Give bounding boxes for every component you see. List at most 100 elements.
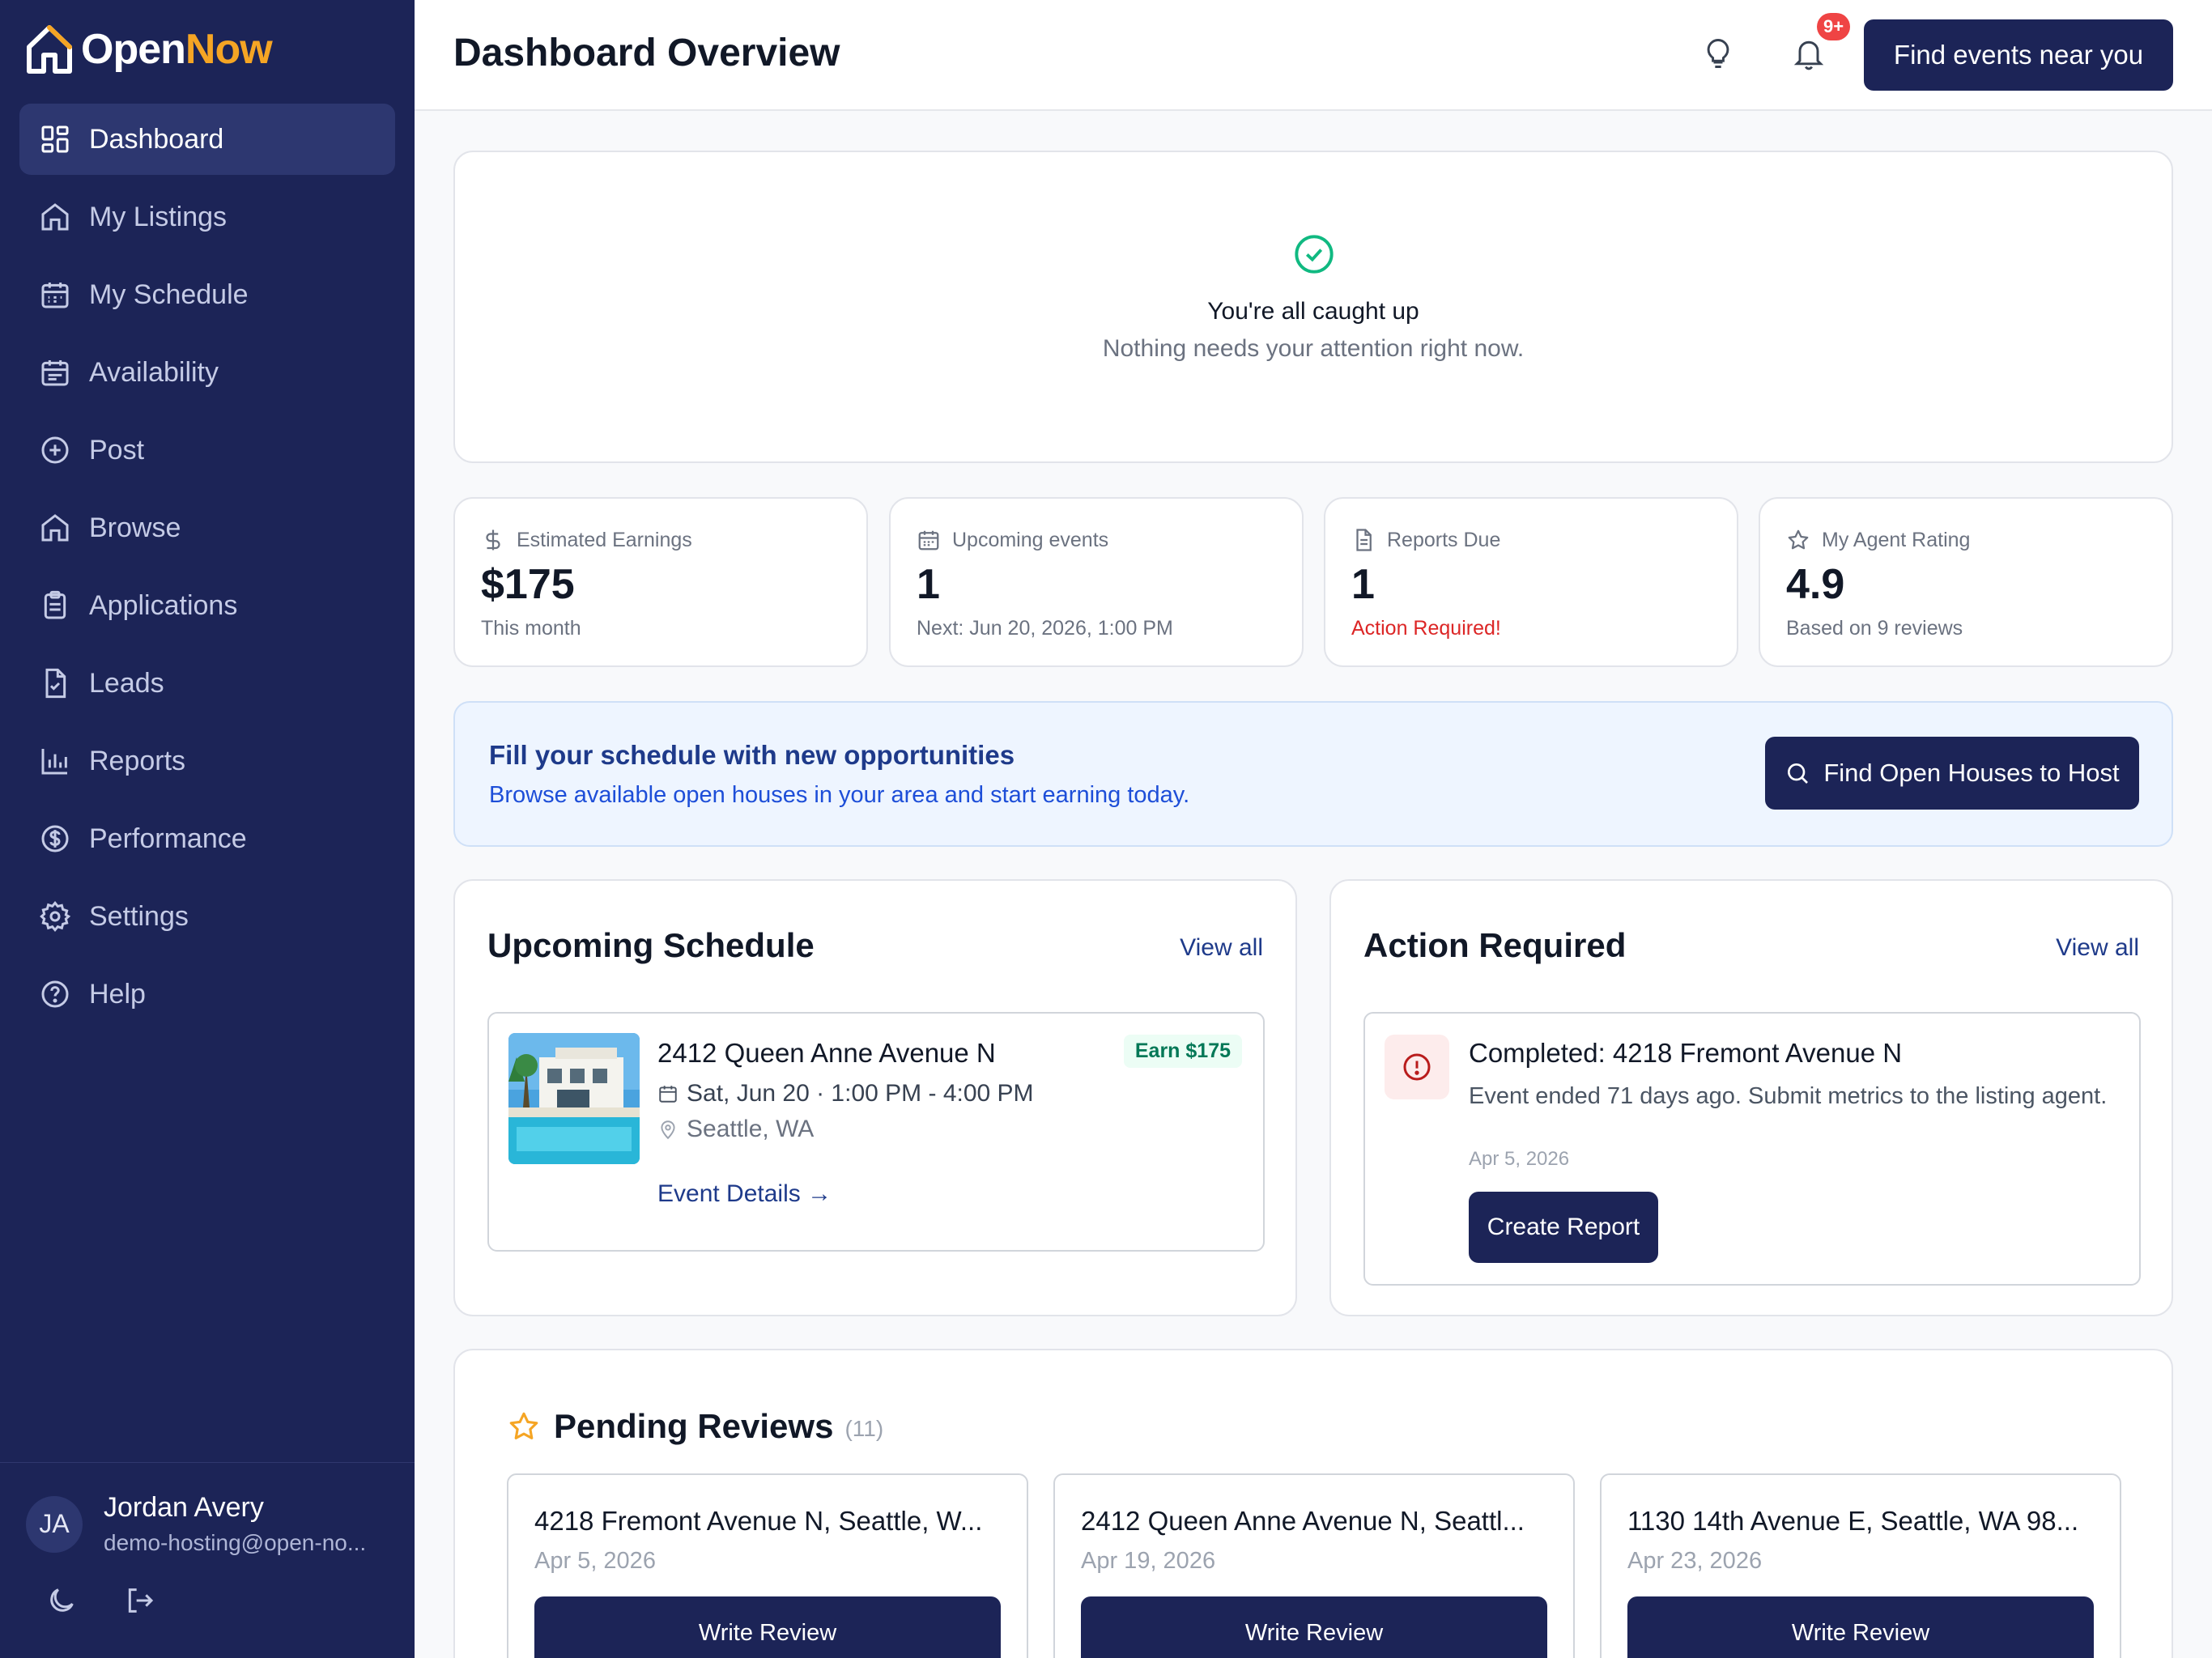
user-name: Jordan Avery <box>104 1492 264 1523</box>
user-profile[interactable]: JA Jordan Avery demo-hosting@open-no... <box>26 1492 366 1556</box>
grid-icon <box>41 125 69 153</box>
user-email: demo-hosting@open-no... <box>104 1530 367 1555</box>
calendar-icon <box>659 1086 677 1103</box>
create-report-button[interactable]: Create Report <box>1469 1192 1658 1263</box>
check-circle-icon <box>1295 235 1334 274</box>
lightbulb-icon[interactable] <box>1700 36 1736 71</box>
find-open-houses-button[interactable]: Find Open Houses to Host <box>1765 737 2139 810</box>
action-item-title: Completed: 4218 Fremont Avenue N <box>1469 1038 1903 1068</box>
home-icon <box>41 203 69 231</box>
stat-agent-rating: My Agent Rating 4.9 Based on 9 reviews <box>1759 497 2173 667</box>
event-address: 2412 Queen Anne Avenue N <box>657 1038 996 1068</box>
calendar-icon <box>41 283 69 308</box>
stat-value: 1 <box>917 561 940 608</box>
sidebar-item-label: My Schedule <box>89 278 249 310</box>
stat-value: $175 <box>481 561 575 608</box>
action-item-date: Apr 5, 2026 <box>1469 1148 1570 1170</box>
stat-label: Reports Due <box>1387 528 1501 551</box>
logo-text-now: Now <box>185 26 273 73</box>
find-events-button[interactable]: Find events near you <box>1864 19 2173 91</box>
find-open-houses-label: Find Open Houses to Host <box>1823 759 2120 787</box>
bell-icon[interactable] <box>1791 36 1827 71</box>
sidebar-item-label: Applications <box>89 589 238 621</box>
event-card[interactable]: 2412 Queen Anne Avenue N Earn $175 Sat, … <box>487 1012 1265 1252</box>
sidebar-nav: Dashboard My Listings My Schedule Availa… <box>19 104 395 1036</box>
sidebar-item-reports[interactable]: Reports <box>19 725 395 797</box>
house-logo-icon <box>27 25 72 74</box>
sidebar-item-settings[interactable]: Settings <box>19 881 395 952</box>
logo[interactable]: OpenNow <box>24 23 273 76</box>
stat-upcoming-events: Upcoming events 1 Next: Jun 20, 2026, 1:… <box>889 497 1304 667</box>
sidebar-item-label: Help <box>89 978 146 1010</box>
sidebar-item-availability[interactable]: Availability <box>19 337 395 408</box>
sidebar-item-label: Reports <box>89 745 186 776</box>
write-review-button[interactable]: Write Review <box>1627 1596 2094 1658</box>
sidebar-item-browse[interactable]: Browse <box>19 492 395 563</box>
plus-circle-icon <box>41 436 69 464</box>
view-all-link[interactable]: View all <box>1180 934 1263 962</box>
stat-subtext-alert: Action Required! <box>1351 617 1501 640</box>
gear-icon <box>40 900 71 933</box>
sidebar-item-label: Dashboard <box>89 123 224 155</box>
bar-chart-icon <box>41 749 67 775</box>
sidebar-item-my-schedule[interactable]: My Schedule <box>19 259 395 330</box>
banner-subtitle: Browse available open houses in your are… <box>489 782 1190 808</box>
stat-label: Upcoming events <box>952 528 1109 551</box>
stat-reports-due: Reports Due 1 Action Required! <box>1324 497 1738 667</box>
banner-title: Fill your schedule with new opportunitie… <box>489 740 1015 770</box>
home-icon <box>41 514 69 542</box>
event-location: Seattle, WA <box>687 1116 815 1142</box>
sidebar-item-label: Performance <box>89 823 247 854</box>
star-icon <box>1788 529 1809 550</box>
sidebar-item-leads[interactable]: Leads <box>19 648 395 719</box>
star-icon <box>509 1412 538 1439</box>
review-address: 1130 14th Avenue E, Seattle, WA 98... <box>1627 1506 2079 1536</box>
logo-text-open: Open <box>81 26 186 73</box>
alert-circle-icon <box>1403 1053 1431 1081</box>
action-item-description: Event ended 71 days ago. Submit metrics … <box>1469 1083 2108 1109</box>
stat-label: My Agent Rating <box>1822 528 1971 551</box>
review-card: 4218 Fremont Avenue N, Seattle, W... Apr… <box>507 1473 1028 1658</box>
sidebar-item-label: Leads <box>89 667 164 699</box>
property-thumbnail <box>508 1033 640 1164</box>
upcoming-schedule-card: Upcoming Schedule View all 2412 Queen An… <box>453 879 1297 1316</box>
action-required-card: Action Required View all Completed: 4218… <box>1329 879 2173 1316</box>
calendar-icon <box>918 530 939 551</box>
pending-reviews-card: Pending Reviews (11) 4218 Fremont Avenue… <box>453 1349 2173 1658</box>
sidebar-item-performance[interactable]: Performance <box>19 803 395 874</box>
review-card: 1130 14th Avenue E, Seattle, WA 98... Ap… <box>1600 1473 2121 1658</box>
clipboard-icon <box>44 590 66 619</box>
view-all-link[interactable]: View all <box>2056 934 2139 962</box>
file-check-icon <box>45 668 66 699</box>
review-date: Apr 23, 2026 <box>1627 1548 1763 1574</box>
sidebar-item-dashboard[interactable]: Dashboard <box>19 104 395 175</box>
logout-icon[interactable] <box>123 1584 155 1617</box>
write-review-button[interactable]: Write Review <box>534 1596 1001 1658</box>
map-pin-icon <box>661 1120 675 1140</box>
sidebar-footer: JA Jordan Avery demo-hosting@open-no... <box>0 1462 415 1613</box>
avatar: JA <box>26 1495 83 1553</box>
earn-badge: Earn $175 <box>1123 1035 1242 1068</box>
sidebar-item-post[interactable]: Post <box>19 414 395 486</box>
write-review-button[interactable]: Write Review <box>1081 1596 1547 1658</box>
dollar-circle-icon <box>41 825 69 852</box>
event-details-link[interactable]: Event Details → <box>657 1180 832 1208</box>
reviews-count: (11) <box>844 1416 884 1441</box>
sidebar-item-my-listings[interactable]: My Listings <box>19 181 395 253</box>
page-title: Dashboard Overview <box>453 32 840 74</box>
caught-up-subtitle: Nothing needs your attention right now. <box>1102 335 1525 362</box>
moon-icon[interactable] <box>45 1584 78 1617</box>
calendar-check-icon <box>41 360 69 386</box>
action-item: Completed: 4218 Fremont Avenue N Event e… <box>1363 1012 2141 1286</box>
sidebar-item-applications[interactable]: Applications <box>19 570 395 641</box>
sidebar-item-label: Post <box>89 434 145 466</box>
document-icon <box>1356 529 1372 551</box>
section-title: Pending Reviews <box>554 1407 834 1445</box>
search-icon <box>1788 763 1809 784</box>
stat-value: 4.9 <box>1786 561 1845 608</box>
dollar-icon <box>486 529 500 551</box>
sidebar-item-label: Availability <box>89 356 219 388</box>
stat-value: 1 <box>1351 561 1375 608</box>
sidebar-item-label: Browse <box>89 512 181 543</box>
sidebar-item-help[interactable]: Help <box>19 959 395 1030</box>
